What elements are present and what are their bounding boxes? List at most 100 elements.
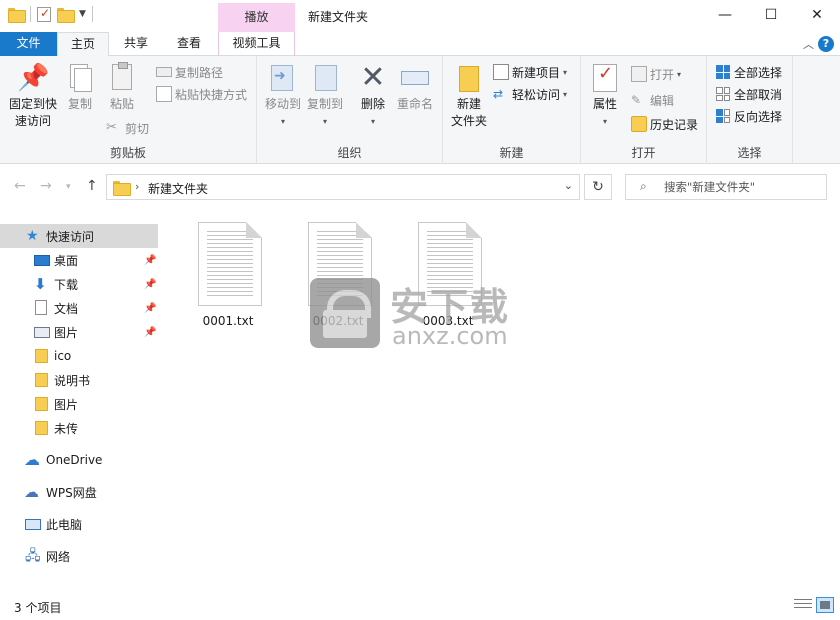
address-bar[interactable]: › 新建文件夹 ⌄ (106, 174, 580, 200)
search-box[interactable]: ⌕ (625, 174, 827, 200)
pin-quick-access-button[interactable]: 📌 固定到快 速访问 (6, 62, 60, 130)
nav-item-wps-cloud[interactable]: ☁ WPS网盘 (0, 480, 158, 504)
new-folder-label-line1: 新建 (456, 97, 481, 111)
delete-label: 删除 (360, 97, 385, 111)
open-group: 属性 ▾ 打开 ▾ ✎ 编辑 历史记录 打开 (581, 56, 707, 164)
navigation-bar: ← → ▾ ↑ › 新建文件夹 ⌄ ↻ ⌕ (0, 165, 840, 209)
nav-item-folder[interactable]: 说明书 (0, 368, 158, 392)
new-folder-icon[interactable] (57, 7, 75, 23)
search-input[interactable] (664, 178, 824, 196)
nav-item-network[interactable]: 🖧 网络 (0, 544, 158, 568)
file-list: 0001.txt 0002.txt 0003.txt (160, 210, 840, 590)
move-to-button[interactable]: 移动到 ▾ (261, 62, 305, 130)
nav-item-label: 下载 (54, 277, 79, 292)
easy-access-button[interactable]: ⇄ 轻松访问 ▾ (493, 84, 567, 104)
nav-item-label: ico (54, 349, 72, 363)
ribbon: 📌 固定到快 速访问 复制 粘贴 复制路径 粘贴快捷方式 ✂ 剪切 剪贴板 ➜ … (0, 56, 840, 164)
rename-button[interactable]: 重命名 (393, 62, 437, 113)
nav-item-documents[interactable]: 文档 📌 (0, 296, 158, 320)
nav-quick-access-label: 快速访问 (46, 229, 95, 244)
nav-item-folder[interactable]: 未传 (0, 416, 158, 440)
nav-item-label: 网络 (46, 549, 71, 564)
refresh-button[interactable]: ↻ (584, 174, 612, 200)
select-none-icon (715, 86, 731, 102)
open-label: 打开 (650, 67, 675, 82)
pin-icon[interactable]: 📌 (144, 255, 156, 266)
wps-cloud-icon: ☁ (24, 483, 39, 501)
nav-item-this-pc[interactable]: 此电脑 (0, 512, 158, 536)
up-arrow-icon[interactable]: ↑ (86, 178, 98, 194)
address-history-dropdown-icon[interactable]: ⌄ (564, 179, 573, 192)
file-item[interactable]: 0001.txt (180, 210, 276, 330)
back-arrow-icon[interactable]: ← (14, 178, 26, 194)
folder-icon[interactable] (8, 7, 26, 23)
context-tab-header: 播放 (218, 3, 295, 32)
select-all-button[interactable]: 全部选择 (715, 62, 782, 82)
minimize-button[interactable]: — (702, 0, 748, 30)
select-none-label: 全部取消 (734, 87, 783, 102)
rename-label: 重命名 (396, 97, 433, 111)
select-all-icon (715, 64, 731, 80)
copy-path-button[interactable]: 复制路径 (156, 62, 223, 82)
tab-home[interactable]: 主页 (57, 32, 109, 57)
large-icons-view-icon[interactable] (816, 597, 834, 613)
nav-item-pictures[interactable]: 图片 📌 (0, 320, 158, 344)
nav-item-folder[interactable]: 图片 (0, 392, 158, 416)
copy-button[interactable]: 复制 (62, 62, 98, 113)
nav-item-folder[interactable]: ico (0, 344, 158, 368)
edit-button[interactable]: ✎ 编辑 (631, 90, 674, 110)
nav-item-desktop[interactable]: 桌面 📌 (0, 248, 158, 272)
history-label: 历史记录 (650, 117, 699, 132)
tab-video-tools[interactable]: 视频工具 (218, 32, 295, 56)
rename-icon (399, 62, 431, 94)
select-none-button[interactable]: 全部取消 (715, 84, 782, 104)
search-icon: ⌕ (640, 179, 647, 193)
invert-selection-label: 反向选择 (734, 109, 783, 124)
pin-icon[interactable]: 📌 (144, 303, 156, 314)
properties-button[interactable]: 属性 ▾ (587, 62, 623, 130)
details-view-icon[interactable] (794, 599, 812, 611)
new-item-button[interactable]: 新建项目 ▾ (493, 62, 567, 82)
tab-view[interactable]: 查看 (163, 32, 215, 56)
invert-selection-button[interactable]: 反向选择 (715, 106, 782, 126)
select-group-label: 选择 (737, 146, 762, 160)
open-button[interactable]: 打开 ▾ (631, 64, 681, 84)
text-file-icon (198, 222, 262, 306)
forward-arrow-icon[interactable]: → (40, 178, 52, 194)
history-button[interactable]: 历史记录 (631, 114, 698, 134)
new-item-icon (493, 64, 509, 80)
nav-item-downloads[interactable]: ⬇ 下载 📌 (0, 272, 158, 296)
easy-access-icon: ⇄ (493, 87, 504, 101)
copy-label: 复制 (67, 97, 92, 111)
nav-item-onedrive[interactable]: ☁ OneDrive (0, 448, 158, 472)
new-folder-button[interactable]: 新建 文件夹 (447, 62, 491, 130)
nav-quick-access[interactable]: ★ 快速访问 (0, 224, 158, 248)
properties-icon[interactable] (37, 6, 51, 22)
copy-to-icon (309, 62, 341, 94)
tab-share[interactable]: 共享 (109, 32, 163, 56)
easy-access-dropdown-icon: ▾ (563, 89, 568, 99)
clipboard-group: 📌 固定到快 速访问 复制 粘贴 复制路径 粘贴快捷方式 ✂ 剪切 剪贴板 (0, 56, 257, 164)
help-icon[interactable]: ? (818, 36, 834, 52)
close-button[interactable]: ✕ (794, 0, 840, 30)
pin-icon[interactable]: 📌 (144, 327, 156, 338)
customize-dropdown-icon[interactable]: ▼ (79, 9, 86, 19)
new-folder-label-line2: 文件夹 (450, 114, 487, 128)
documents-icon (35, 300, 47, 315)
collapse-ribbon-icon[interactable]: ︿ (803, 36, 814, 52)
easy-access-label: 轻松访问 (512, 87, 561, 102)
recent-locations-icon[interactable]: ▾ (66, 182, 71, 192)
breadcrumb-chevron-icon[interactable]: › (135, 180, 139, 193)
paste-shortcut-button[interactable]: 粘贴快捷方式 (156, 84, 247, 104)
properties-label: 属性 (592, 97, 617, 111)
maximize-button[interactable]: ☐ (748, 0, 794, 30)
cut-button[interactable]: ✂ 剪切 (106, 118, 149, 138)
delete-dropdown-icon: ▾ (370, 117, 375, 126)
paste-button[interactable]: 粘贴 (104, 62, 140, 113)
navigation-pane: ★ 快速访问 桌面 📌 ⬇ 下载 📌 文档 📌 图片 📌 ico 说明书 图片 … (0, 220, 160, 590)
copy-to-button[interactable]: 复制到 ▾ (303, 62, 347, 130)
pin-icon[interactable]: 📌 (144, 279, 156, 290)
delete-button[interactable]: ✕ 删除 ▾ (353, 62, 393, 130)
copy-to-label: 复制到 (306, 97, 343, 111)
breadcrumb[interactable]: 新建文件夹 (148, 180, 208, 197)
